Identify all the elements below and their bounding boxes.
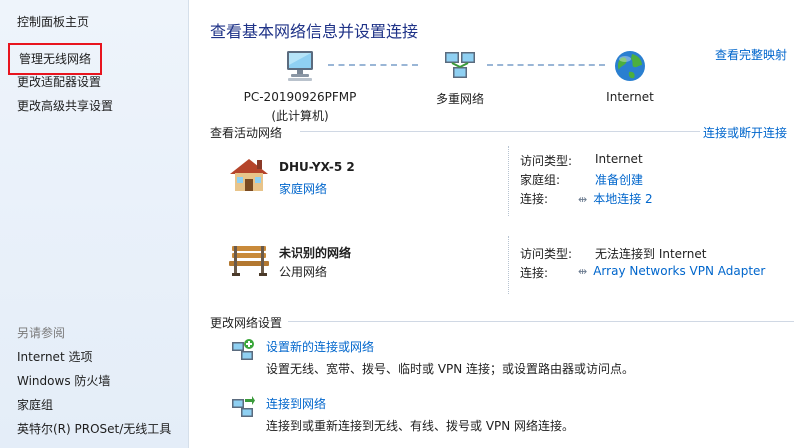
connection-name: Array Networks VPN Adapter [593,264,766,278]
manage-wireless-networks-link[interactable]: 管理无线网络 [8,43,103,75]
sidebar: 控制面板主页 管理无线网络 更改适配器设置 更改高级共享设置 另请参阅 Inte… [0,0,189,448]
intel-proset-link[interactable]: 英特尔(R) PROSet/无线工具 [17,420,171,437]
divider [300,131,700,132]
multiple-networks-icon [445,52,475,78]
vertical-divider [508,236,509,294]
access-type-value: 无法连接到 Internet [595,247,707,261]
pc-subtitle: (此计算机) [271,109,329,123]
connection-name: 本地连接 2 [593,192,653,206]
main-content: 查看基本网络信息并设置连接 查看完整映射 PC-20190926PFMP (此计… [190,0,799,448]
connection-label: 连接: [520,266,549,280]
vertical-divider [508,146,509,216]
map-internet-node[interactable]: Internet [590,48,670,104]
access-type-value: Internet [595,152,643,166]
internet-label: Internet [606,90,654,104]
access-type-label: 访问类型: [520,247,573,261]
public-network-bench-icon[interactable] [226,240,272,280]
homegroup-value-link[interactable]: 准备创建 [595,171,643,188]
map-link-line [487,64,605,66]
connection-value-link[interactable]: ⇹ 本地连接 2 [578,190,653,207]
connection-label: 连接: [520,192,549,206]
ethernet-icon: ⇹ [578,265,588,278]
windows-firewall-link[interactable]: Windows 防火墙 [17,372,110,389]
pc-name: PC-20190926PFMP [243,90,357,104]
multiple-networks-label: 多重网络 [435,92,484,106]
see-full-map-link[interactable]: 查看完整映射 [715,46,787,63]
internet-options-link[interactable]: Internet 选项 [17,348,92,365]
network-type: 公用网络 [279,265,328,279]
network-type-link[interactable]: 家庭网络 [279,180,327,197]
setup-new-connection-link[interactable]: 设置新的连接或网络 [266,338,374,355]
map-link-line [328,64,418,66]
access-type-label: 访问类型: [520,154,573,168]
network-name: DHU-YX-5 2 [279,160,355,174]
homegroup-link[interactable]: 家庭组 [17,396,53,413]
change-settings-header: 更改网络设置 [210,316,283,330]
active-networks-header: 查看活动网络 [210,126,283,140]
see-also-header: 另请参阅 [17,326,66,340]
setup-new-connection-desc: 设置无线、宽带、拨号、临时或 VPN 连接；或设置路由器或访问点。 [266,362,635,376]
network-name: 未识别的网络 [279,246,352,260]
home-network-icon[interactable] [226,154,272,194]
connect-to-network-icon [232,396,255,417]
divider [288,321,794,322]
connect-or-disconnect-link[interactable]: 连接或断开连接 [703,124,787,141]
ethernet-icon: ⇹ [578,193,588,206]
change-sharing-settings-link[interactable]: 更改高级共享设置 [17,97,113,114]
page-title: 查看基本网络信息并设置连接 [210,22,419,41]
map-multiple-networks-node[interactable]: 多重网络 [420,48,500,107]
new-connection-icon [232,339,254,360]
connect-to-network-link[interactable]: 连接到网络 [266,395,326,412]
control-panel-home-link[interactable]: 控制面板主页 [17,13,89,30]
globe-icon [615,51,645,81]
change-adapter-settings-link[interactable]: 更改适配器设置 [17,73,101,90]
computer-icon [287,51,313,81]
map-computer-node[interactable]: PC-20190926PFMP (此计算机) [230,48,370,124]
homegroup-label: 家庭组: [520,173,561,187]
connection-value-link[interactable]: ⇹ Array Networks VPN Adapter [578,264,765,278]
connect-to-network-desc: 连接到或重新连接到无线、有线、拨号或 VPN 网络连接。 [266,419,575,433]
